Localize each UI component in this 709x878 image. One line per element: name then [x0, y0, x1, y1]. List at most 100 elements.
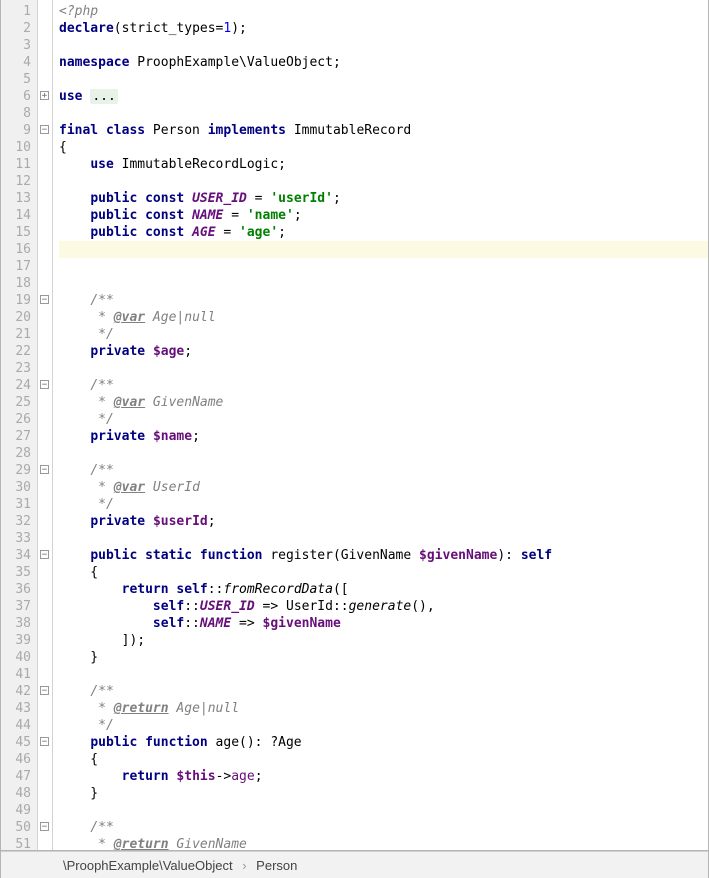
line-number[interactable]: 30 [1, 479, 31, 496]
line-number[interactable]: 33 [1, 530, 31, 547]
code-line[interactable]: public function age(): ?Age [59, 734, 708, 751]
line-number[interactable]: 19 [1, 292, 31, 309]
fold-toggle-icon[interactable] [40, 125, 49, 134]
line-number[interactable]: 4 [1, 54, 31, 71]
code-line[interactable]: /** [59, 462, 708, 479]
code-line[interactable]: * @var GivenName [59, 394, 708, 411]
line-number[interactable]: 39 [1, 632, 31, 649]
line-number[interactable]: 5 [1, 71, 31, 88]
line-number[interactable]: 43 [1, 700, 31, 717]
line-number[interactable]: 24 [1, 377, 31, 394]
code-line[interactable]: */ [59, 326, 708, 343]
code-line[interactable]: { [59, 564, 708, 581]
line-number[interactable]: 16 [1, 241, 31, 258]
code-line[interactable]: public const AGE = 'age'; [59, 224, 708, 241]
line-number[interactable]: 13 [1, 190, 31, 207]
line-number[interactable]: 34 [1, 547, 31, 564]
code-line[interactable]: <?php [59, 3, 708, 20]
code-line[interactable]: return $this->age; [59, 768, 708, 785]
breadcrumb[interactable]: \ProophExample\ValueObject › Person [1, 851, 708, 878]
code-line[interactable] [59, 71, 708, 88]
line-number[interactable]: 48 [1, 785, 31, 802]
code-line[interactable]: } [59, 649, 708, 666]
line-number[interactable]: 8 [1, 105, 31, 122]
code-line[interactable] [59, 666, 708, 683]
line-number[interactable]: 18 [1, 275, 31, 292]
line-number[interactable]: 35 [1, 564, 31, 581]
line-number[interactable]: 31 [1, 496, 31, 513]
line-number[interactable]: 32 [1, 513, 31, 530]
fold-toggle-icon[interactable] [40, 822, 49, 831]
fold-toggle-icon[interactable] [40, 380, 49, 389]
code-line[interactable]: * @return GivenName [59, 836, 708, 853]
code-line[interactable]: final class Person implements ImmutableR… [59, 122, 708, 139]
line-number[interactable]: 44 [1, 717, 31, 734]
line-number[interactable]: 17 [1, 258, 31, 275]
code-line[interactable]: public const USER_ID = 'userId'; [59, 190, 708, 207]
fold-toggle-icon[interactable] [40, 295, 49, 304]
line-number[interactable]: 14 [1, 207, 31, 224]
code-line[interactable]: { [59, 139, 708, 156]
code-line[interactable]: declare(strict_types=1); [59, 20, 708, 37]
code-line[interactable] [59, 241, 708, 258]
line-number[interactable]: 26 [1, 411, 31, 428]
line-number[interactable]: 29 [1, 462, 31, 479]
line-number[interactable]: 28 [1, 445, 31, 462]
code-line[interactable]: } [59, 785, 708, 802]
code-line[interactable] [59, 275, 708, 292]
fold-toggle-icon[interactable] [40, 550, 49, 559]
line-number[interactable]: 1 [1, 3, 31, 20]
line-number[interactable]: 6 [1, 88, 31, 105]
fold-column[interactable] [38, 0, 53, 850]
line-number[interactable]: 15 [1, 224, 31, 241]
breadcrumb-root[interactable]: \ProophExample\ValueObject [63, 858, 233, 873]
line-number[interactable]: 36 [1, 581, 31, 598]
code-line[interactable] [59, 530, 708, 547]
fold-toggle-icon[interactable] [40, 91, 49, 100]
code-line[interactable]: self::NAME => $givenName [59, 615, 708, 632]
code-line[interactable]: use ImmutableRecordLogic; [59, 156, 708, 173]
code-area[interactable]: <?phpdeclare(strict_types=1); namespace … [53, 0, 708, 850]
line-number[interactable]: 45 [1, 734, 31, 751]
fold-toggle-icon[interactable] [40, 737, 49, 746]
fold-toggle-icon[interactable] [40, 686, 49, 695]
code-line[interactable]: /** [59, 292, 708, 309]
line-number[interactable]: 49 [1, 802, 31, 819]
code-line[interactable]: namespace ProophExample\ValueObject; [59, 54, 708, 71]
line-number[interactable]: 12 [1, 173, 31, 190]
line-number[interactable]: 50 [1, 819, 31, 836]
line-number[interactable]: 23 [1, 360, 31, 377]
code-line[interactable]: private $age; [59, 343, 708, 360]
code-line[interactable]: */ [59, 496, 708, 513]
code-line[interactable] [59, 105, 708, 122]
code-line[interactable] [59, 258, 708, 275]
line-number[interactable]: 21 [1, 326, 31, 343]
code-line[interactable]: public const NAME = 'name'; [59, 207, 708, 224]
line-number[interactable]: 3 [1, 37, 31, 54]
line-number[interactable]: 46 [1, 751, 31, 768]
code-line[interactable]: private $name; [59, 428, 708, 445]
line-number[interactable]: 2 [1, 20, 31, 37]
code-line[interactable] [59, 445, 708, 462]
fold-toggle-icon[interactable] [40, 465, 49, 474]
code-line[interactable]: return self::fromRecordData([ [59, 581, 708, 598]
code-line[interactable] [59, 37, 708, 54]
code-line[interactable]: /** [59, 377, 708, 394]
code-line[interactable]: */ [59, 717, 708, 734]
line-number[interactable]: 27 [1, 428, 31, 445]
code-line[interactable]: public static function register(GivenNam… [59, 547, 708, 564]
code-line[interactable]: * @var Age|null [59, 309, 708, 326]
line-number[interactable]: 40 [1, 649, 31, 666]
code-line[interactable]: self::USER_ID => UserId::generate(), [59, 598, 708, 615]
line-number[interactable]: 11 [1, 156, 31, 173]
code-editor[interactable]: 1234568910111213141516171819202122232425… [1, 0, 708, 851]
code-line[interactable]: /** [59, 683, 708, 700]
code-line[interactable] [59, 173, 708, 190]
code-line[interactable]: { [59, 751, 708, 768]
line-number[interactable]: 38 [1, 615, 31, 632]
code-line[interactable]: /** [59, 819, 708, 836]
code-line[interactable]: private $userId; [59, 513, 708, 530]
line-number[interactable]: 10 [1, 139, 31, 156]
line-number[interactable]: 51 [1, 836, 31, 853]
line-number[interactable]: 22 [1, 343, 31, 360]
